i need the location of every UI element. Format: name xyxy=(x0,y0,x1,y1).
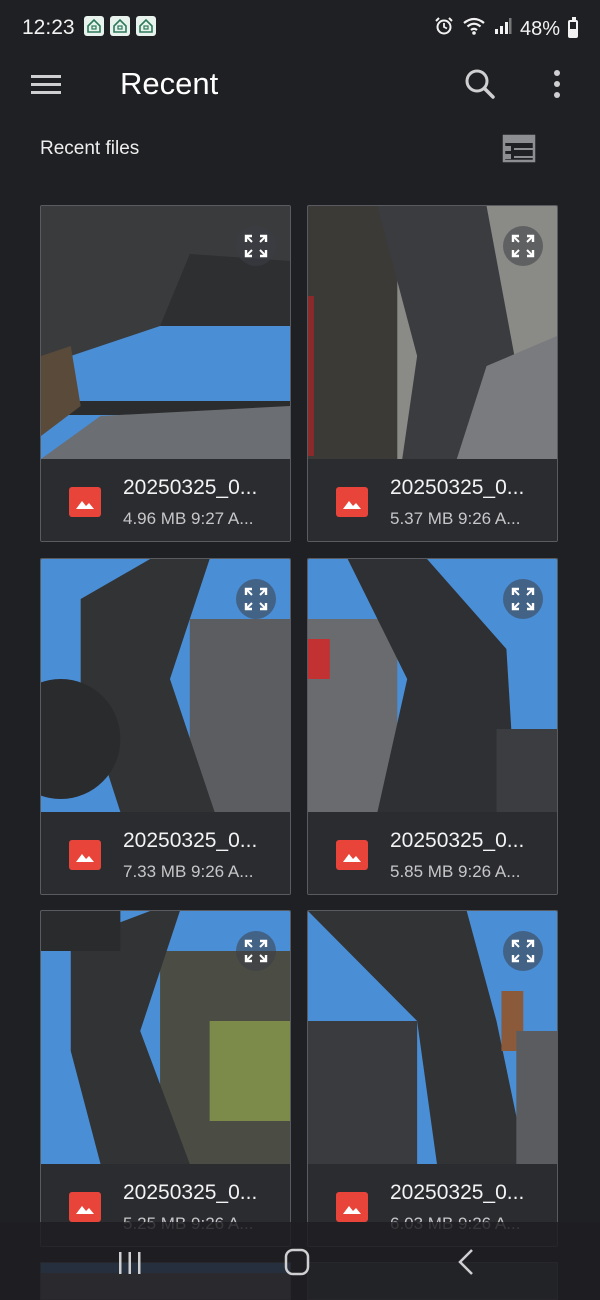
image-file-icon xyxy=(336,840,368,870)
menu-icon xyxy=(31,75,61,94)
file-thumbnail xyxy=(308,911,557,1164)
expand-button[interactable] xyxy=(236,931,276,971)
home-icon xyxy=(284,1248,310,1276)
recents-icon xyxy=(119,1252,141,1274)
expand-icon xyxy=(511,939,535,963)
file-thumbnail xyxy=(41,911,290,1164)
expand-button[interactable] xyxy=(236,226,276,266)
image-file-icon xyxy=(69,840,101,870)
file-thumbnail xyxy=(41,559,290,812)
system-nav-bar xyxy=(0,1222,600,1300)
home-button[interactable] xyxy=(267,1240,327,1284)
menu-button[interactable] xyxy=(26,66,66,102)
battery-icon xyxy=(568,17,578,38)
image-file-icon xyxy=(336,487,368,517)
expand-icon xyxy=(511,234,535,258)
view-toggle-button[interactable] xyxy=(500,132,538,166)
status-time: 12:23 xyxy=(22,16,75,39)
page-title: Recent xyxy=(120,66,219,101)
file-info: 20250325_0... 4.96 MB 9:27 A... xyxy=(41,459,290,541)
list-view-icon xyxy=(502,134,536,163)
file-name: 20250325_0... xyxy=(123,476,258,499)
file-meta: 4.96 MB 9:27 A... xyxy=(123,509,254,528)
file-meta: 7.33 MB 9:26 A... xyxy=(123,862,254,881)
home-notification-icon xyxy=(136,16,156,36)
search-icon xyxy=(465,69,495,99)
file-info: 20250325_0... 7.33 MB 9:26 A... xyxy=(41,812,290,894)
file-thumbnail xyxy=(308,206,557,459)
app-bar: Recent xyxy=(0,56,600,112)
status-bar: 12:23 48% xyxy=(0,0,600,56)
file-meta: 5.37 MB 9:26 A... xyxy=(390,509,521,528)
home-notification-icon xyxy=(110,16,130,36)
file-info: 20250325_0... 5.37 MB 9:26 A... xyxy=(308,459,557,541)
recents-button[interactable] xyxy=(100,1240,160,1284)
image-file-icon xyxy=(69,487,101,517)
file-thumbnail xyxy=(308,559,557,812)
alarm-icon xyxy=(434,16,454,42)
more-vert-icon xyxy=(554,70,560,98)
more-options-button[interactable] xyxy=(540,64,574,104)
file-name: 20250325_0... xyxy=(390,476,525,499)
battery-percent: 48% xyxy=(519,17,560,40)
expand-icon xyxy=(244,939,268,963)
expand-icon xyxy=(244,234,268,258)
file-meta: 5.85 MB 9:26 A... xyxy=(390,862,521,881)
expand-icon xyxy=(244,587,268,611)
back-icon xyxy=(458,1249,473,1275)
file-name: 20250325_0... xyxy=(390,829,525,852)
file-name: 20250325_0... xyxy=(123,1181,258,1204)
home-notification-icon xyxy=(84,16,104,36)
file-card[interactable]: 20250325_0... 5.37 MB 9:26 A... xyxy=(307,205,558,542)
file-card[interactable]: 20250325_0... 5.25 MB 9:26 A... xyxy=(40,910,291,1247)
signal-icon xyxy=(494,17,512,41)
expand-button[interactable] xyxy=(503,931,543,971)
image-file-icon xyxy=(336,1192,368,1222)
wifi-icon xyxy=(462,16,486,42)
expand-button[interactable] xyxy=(503,579,543,619)
image-file-icon xyxy=(69,1192,101,1222)
expand-button[interactable] xyxy=(503,226,543,266)
file-name: 20250325_0... xyxy=(123,829,258,852)
file-name: 20250325_0... xyxy=(390,1181,525,1204)
file-card[interactable]: 20250325_0... 7.33 MB 9:26 A... xyxy=(40,558,291,895)
expand-icon xyxy=(511,587,535,611)
file-card[interactable]: 20250325_0... 4.96 MB 9:27 A... xyxy=(40,205,291,542)
file-card[interactable]: 20250325_0... 5.85 MB 9:26 A... xyxy=(307,558,558,895)
back-button[interactable] xyxy=(436,1240,496,1284)
expand-button[interactable] xyxy=(236,579,276,619)
section-title: Recent files xyxy=(40,138,140,159)
file-info: 20250325_0... 5.85 MB 9:26 A... xyxy=(308,812,557,894)
file-card[interactable]: 20250325_0... 6.03 MB 9:26 A... xyxy=(307,910,558,1247)
file-thumbnail xyxy=(41,206,290,459)
search-button[interactable] xyxy=(460,64,500,104)
